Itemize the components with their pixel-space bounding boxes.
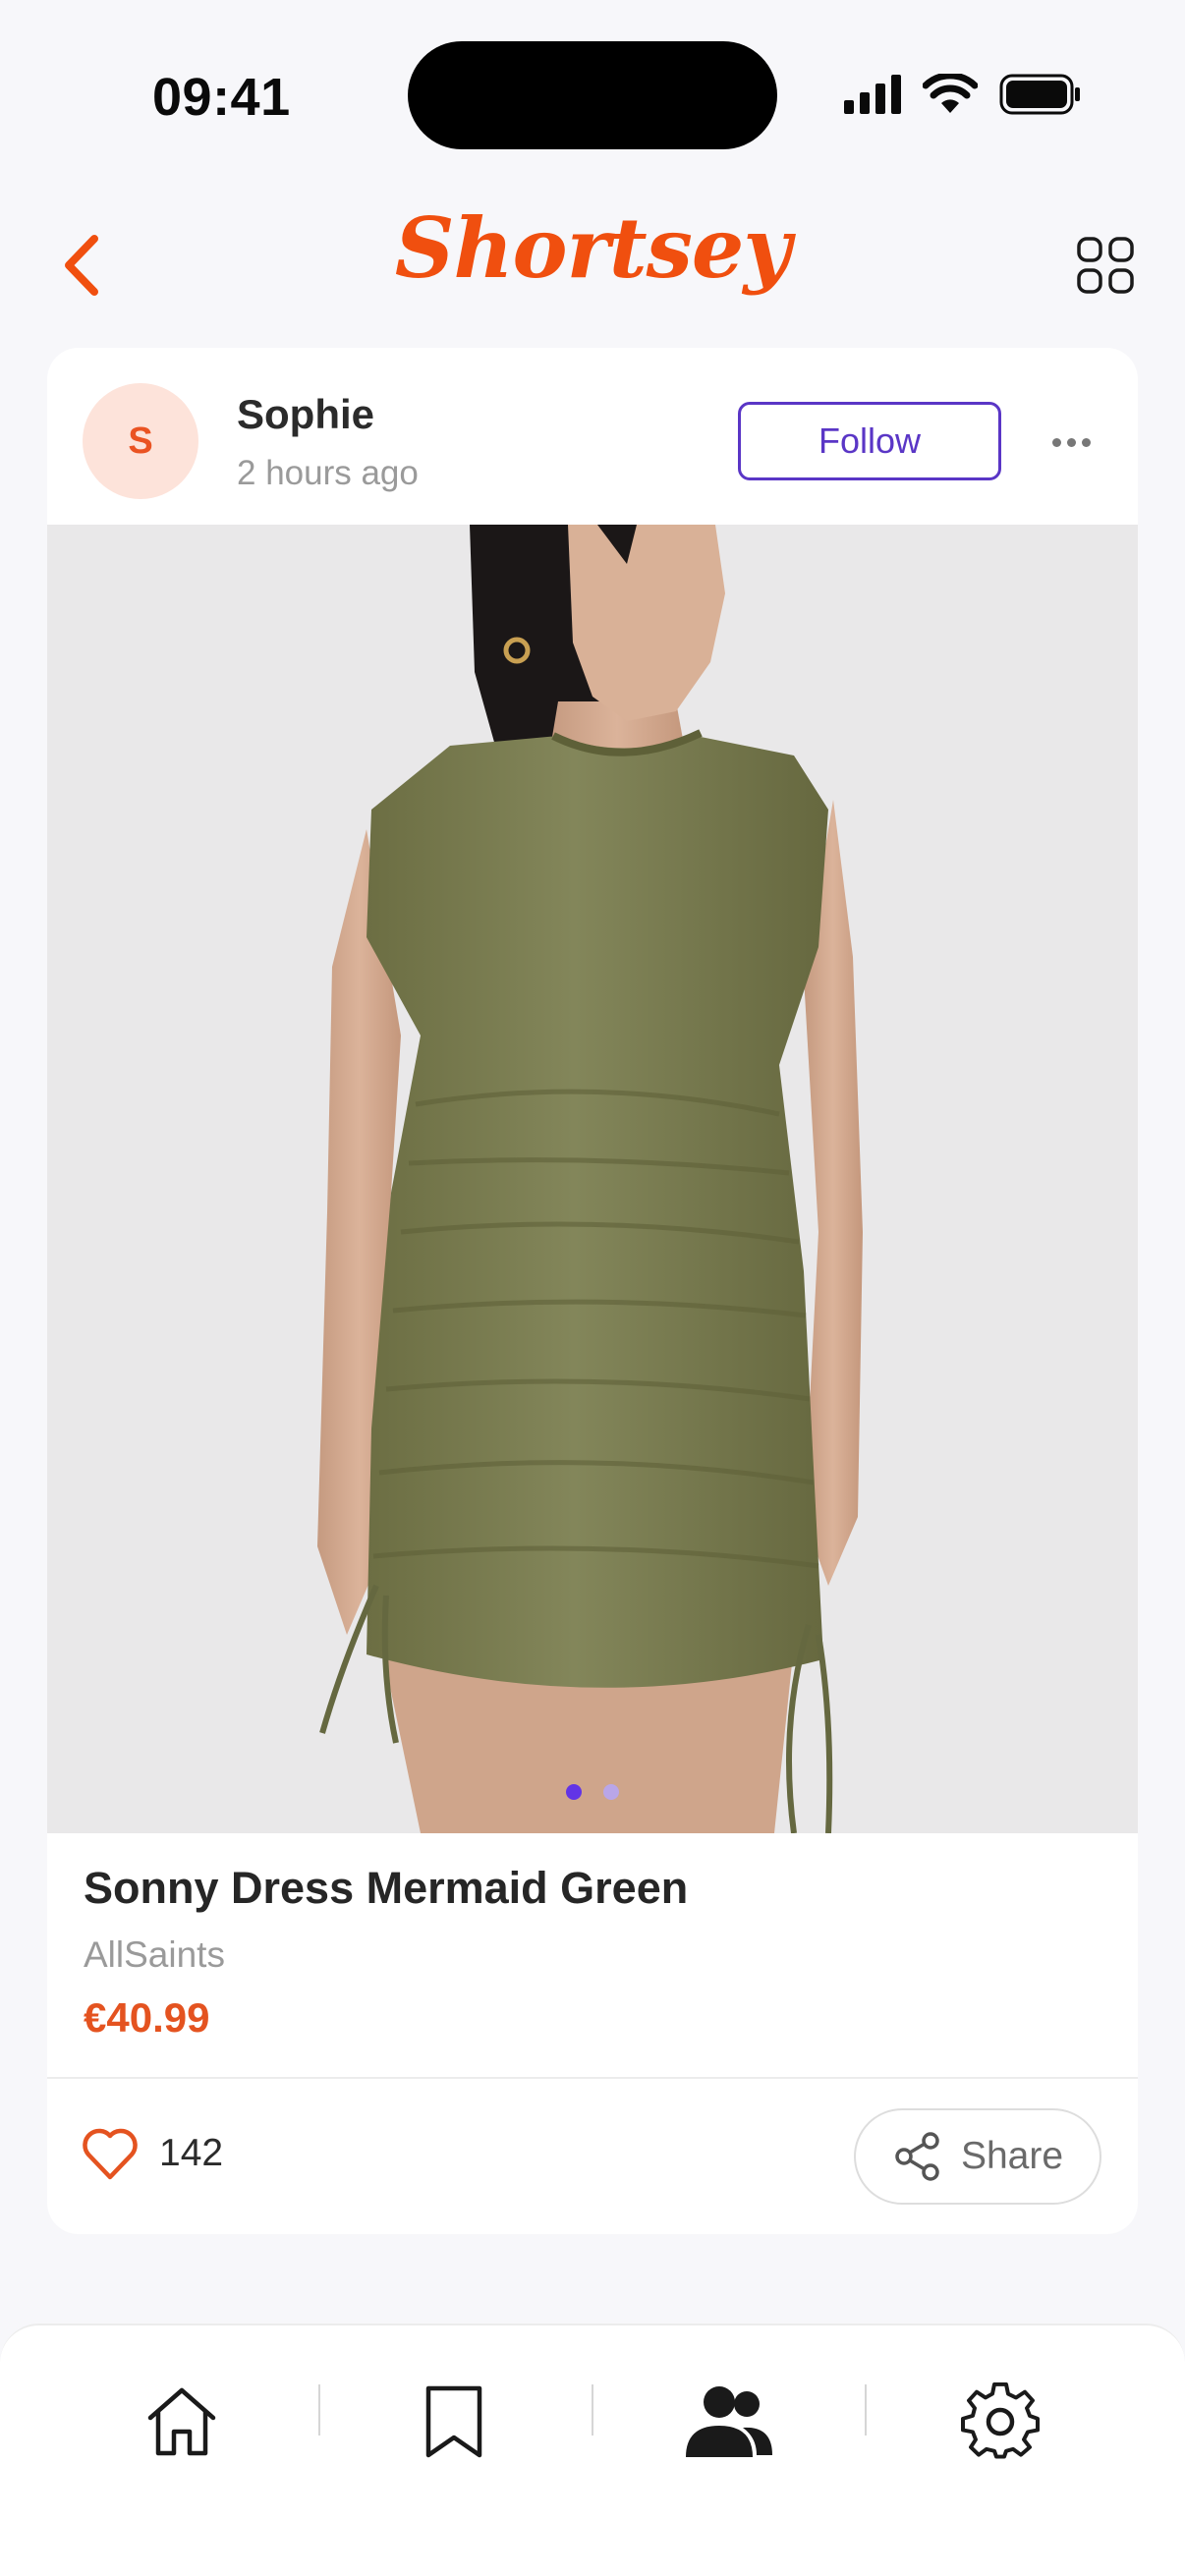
like-count: 142 xyxy=(159,2132,224,2174)
tab-home[interactable] xyxy=(123,2363,241,2481)
pagination-dot[interactable] xyxy=(603,1784,619,1800)
more-dot-icon xyxy=(1066,437,1076,447)
tab-bar xyxy=(0,2324,1185,2576)
share-icon xyxy=(895,2132,939,2181)
product-image[interactable] xyxy=(47,525,1138,1833)
cellular-signal-icon xyxy=(844,75,901,114)
status-bar: 09:41 xyxy=(0,0,1185,187)
post-timestamp: 2 hours ago xyxy=(237,454,419,492)
pagination-dot-active[interactable] xyxy=(566,1784,582,1800)
follow-button[interactable]: Follow xyxy=(738,402,1001,480)
product-price: €40.99 xyxy=(84,1994,210,2041)
app-logo: Shortsey xyxy=(394,199,791,297)
bookmark-icon xyxy=(425,2385,482,2458)
tab-separator xyxy=(318,2384,320,2436)
grid-icon xyxy=(1077,237,1134,294)
product-brand: AllSaints xyxy=(84,1934,225,1975)
post-card: S Sophie 2 hours ago Follow Sonny Dress … xyxy=(47,348,1138,2234)
product-name[interactable]: Sonny Dress Mermaid Green xyxy=(84,1863,688,1914)
avatar[interactable]: S xyxy=(83,383,198,499)
settings-icon xyxy=(961,2382,1040,2459)
share-button[interactable]: Share xyxy=(854,2108,1101,2205)
tab-saved[interactable] xyxy=(395,2363,513,2481)
wifi-icon xyxy=(923,74,978,113)
home-icon xyxy=(147,2387,216,2456)
navigation-bar: Shortsey xyxy=(0,192,1185,339)
battery-icon xyxy=(999,74,1080,115)
product-info: Sonny Dress Mermaid Green AllSaints €40.… xyxy=(47,1833,1138,2079)
people-icon xyxy=(686,2386,772,2457)
status-icons xyxy=(844,71,1082,118)
tab-settings[interactable] xyxy=(941,2363,1059,2481)
status-time: 09:41 xyxy=(152,68,291,127)
heart-icon xyxy=(83,2128,138,2180)
tab-separator xyxy=(592,2384,593,2436)
post-header: S Sophie 2 hours ago Follow xyxy=(47,348,1138,525)
model-dress-illustration xyxy=(317,525,863,1833)
dynamic-island xyxy=(408,41,777,149)
post-actions: 142 Share xyxy=(47,2079,1138,2234)
user-name[interactable]: Sophie xyxy=(237,391,374,438)
more-dot-icon xyxy=(1051,437,1061,447)
like-button[interactable]: 142 xyxy=(81,2126,223,2181)
more-options-button[interactable] xyxy=(1040,415,1102,470)
tab-separator xyxy=(865,2384,867,2436)
grid-view-button[interactable] xyxy=(1061,221,1150,309)
tab-community[interactable] xyxy=(670,2363,788,2481)
more-dot-icon xyxy=(1081,437,1091,447)
share-label: Share xyxy=(960,2135,1064,2177)
image-pagination[interactable] xyxy=(47,1784,1138,1800)
